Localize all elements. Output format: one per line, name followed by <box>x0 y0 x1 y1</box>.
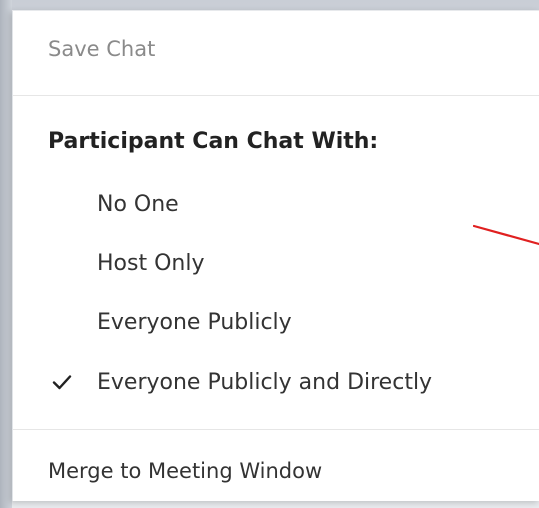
chat-with-host-only-option[interactable]: Host Only <box>13 235 539 291</box>
chat-options-menu: Save Chat Participant Can Chat With: No … <box>12 10 539 501</box>
menu-divider <box>13 429 539 430</box>
chat-with-no-one-option[interactable]: No One <box>13 176 539 232</box>
background-window-edge <box>0 0 12 508</box>
merge-to-meeting-window-menu-item[interactable]: Merge to Meeting Window <box>13 443 539 499</box>
chat-with-everyone-publicly-and-directly-option[interactable]: Everyone Publicly and Directly <box>13 354 539 410</box>
option-label: No One <box>97 191 179 217</box>
save-chat-menu-item[interactable]: Save Chat <box>13 21 539 77</box>
menu-divider <box>13 95 539 96</box>
screenshot-stage: Save Chat Participant Can Chat With: No … <box>0 0 539 508</box>
participant-chat-section-title: Participant Can Chat With: <box>48 129 379 154</box>
save-chat-label: Save Chat <box>48 37 156 61</box>
option-label: Host Only <box>97 250 205 276</box>
checkmark-icon <box>52 375 72 390</box>
chat-with-everyone-publicly-option[interactable]: Everyone Publicly <box>13 294 539 350</box>
merge-label: Merge to Meeting Window <box>48 459 323 483</box>
option-label: Everyone Publicly and Directly <box>97 369 433 395</box>
option-label: Everyone Publicly <box>97 309 292 335</box>
